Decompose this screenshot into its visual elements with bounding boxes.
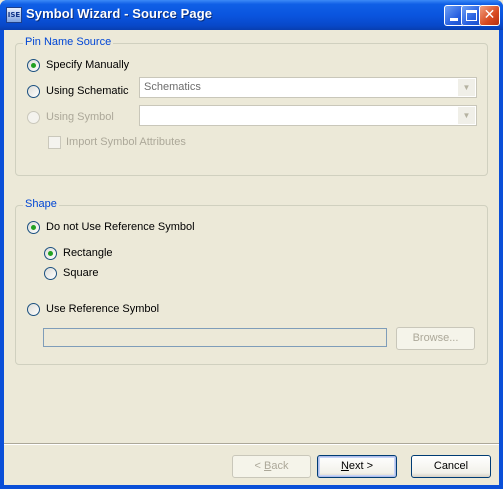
close-icon: ✕ xyxy=(483,7,496,23)
schematic-dropdown-value: Schematics xyxy=(144,81,201,93)
chevron-down-icon[interactable]: ▼ xyxy=(458,107,475,124)
footer-divider-highlight xyxy=(4,444,499,445)
specify-manually-label[interactable]: Specify Manually xyxy=(46,59,129,71)
browse-button[interactable]: Browse... xyxy=(396,327,475,350)
back-rest: ack xyxy=(271,460,289,472)
import-attributes-checkbox[interactable] xyxy=(48,136,61,149)
square-label[interactable]: Square xyxy=(63,267,98,279)
using-schematic-radio[interactable] xyxy=(27,85,40,98)
dialog-body: Pin Name Source Specify Manually Using S… xyxy=(4,30,499,485)
using-schematic-label[interactable]: Using Schematic xyxy=(46,85,129,97)
square-radio[interactable] xyxy=(44,267,57,280)
next-button[interactable]: Next > xyxy=(317,455,397,478)
cancel-button[interactable]: Cancel xyxy=(411,455,491,478)
reference-path-field[interactable] xyxy=(43,328,387,347)
using-symbol-radio[interactable] xyxy=(27,111,40,124)
minimize-icon xyxy=(450,18,458,21)
wizard-window: ISE Symbol Wizard - Source Page ✕ Pin Na… xyxy=(0,0,503,489)
app-icon: ISE xyxy=(6,7,22,23)
title-bar[interactable]: ISE Symbol Wizard - Source Page ✕ xyxy=(0,0,503,30)
do-not-use-reference-radio[interactable] xyxy=(27,221,40,234)
back-button[interactable]: < Back xyxy=(232,455,311,478)
next-rest: ext > xyxy=(348,460,374,472)
back-prefix: < xyxy=(254,460,264,472)
chevron-down-icon[interactable]: ▼ xyxy=(458,79,475,96)
use-reference-radio[interactable] xyxy=(27,303,40,316)
using-symbol-label[interactable]: Using Symbol xyxy=(46,111,114,123)
specify-manually-radio[interactable] xyxy=(27,59,40,72)
rectangle-label[interactable]: Rectangle xyxy=(63,247,113,259)
do-not-use-reference-label[interactable]: Do not Use Reference Symbol xyxy=(46,221,195,233)
symbol-dropdown[interactable]: ▼ xyxy=(139,105,477,126)
import-attributes-label[interactable]: Import Symbol Attributes xyxy=(66,136,186,148)
close-button[interactable]: ✕ xyxy=(479,5,500,26)
shape-legend: Shape xyxy=(23,198,59,210)
schematic-dropdown[interactable]: Schematics ▼ xyxy=(139,77,477,98)
pin-name-source-legend: Pin Name Source xyxy=(23,36,114,48)
rectangle-radio[interactable] xyxy=(44,247,57,260)
window-title: Symbol Wizard - Source Page xyxy=(26,6,213,21)
next-accel: N xyxy=(340,460,349,472)
maximize-icon xyxy=(466,10,477,21)
use-reference-label[interactable]: Use Reference Symbol xyxy=(46,303,159,315)
